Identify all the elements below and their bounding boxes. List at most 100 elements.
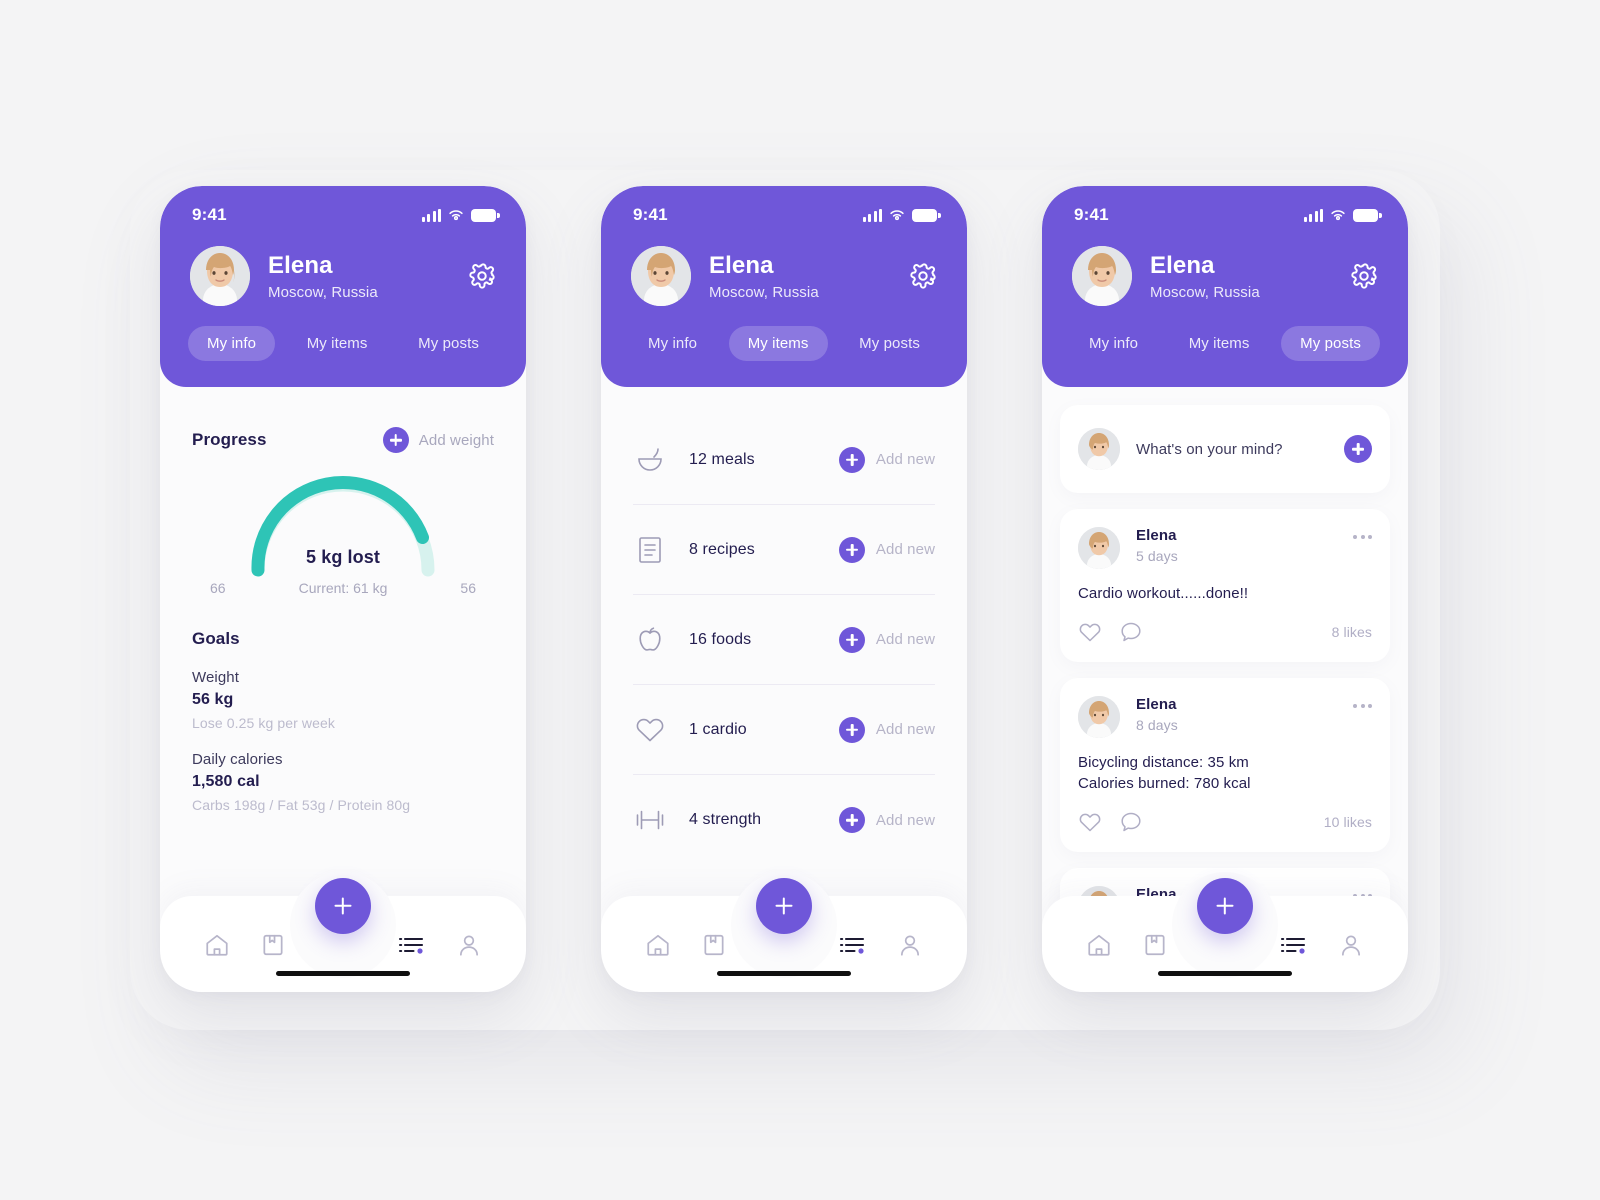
status-indicators <box>1303 208 1383 222</box>
avatar[interactable] <box>1072 246 1132 306</box>
gauge-current-label: Current: 61 kg <box>298 580 388 596</box>
nav-home-icon[interactable] <box>204 932 230 958</box>
gear-icon[interactable] <box>1350 262 1378 290</box>
post-card[interactable]: Elena 5 days Cardio workout......done!! <box>1060 509 1390 662</box>
list-item[interactable]: 4 strength Add new <box>633 775 935 865</box>
add-new-button[interactable]: Add new <box>838 626 935 653</box>
profile-row: Elena Moscow, Russia <box>627 232 941 306</box>
nav-book-icon[interactable] <box>260 932 286 958</box>
nav-list-icon[interactable] <box>839 933 867 957</box>
heart-icon[interactable] <box>1078 620 1102 644</box>
gear-icon[interactable] <box>909 262 937 290</box>
tab-my-info[interactable]: My info <box>1070 326 1157 361</box>
add-new-button[interactable]: Add new <box>838 446 935 473</box>
nav-book-icon[interactable] <box>701 932 727 958</box>
items-list: 12 meals Add new 8 recipes Add new 16 fo… <box>601 387 967 865</box>
design-canvas: 9:41 Elena Moscow, Russia My info My ite… <box>0 0 1600 1200</box>
post-text: Bicycling distance: 35 km Calories burne… <box>1078 754 1251 792</box>
post-author: Elena <box>1136 527 1177 544</box>
add-new-button[interactable]: Add new <box>838 807 935 833</box>
add-new-label: Add new <box>875 541 935 558</box>
nav-person-icon[interactable] <box>897 932 923 958</box>
progress-title: Progress <box>192 430 267 449</box>
nav-person-icon[interactable] <box>1338 932 1364 958</box>
add-fab-button[interactable] <box>1197 878 1253 934</box>
profile-header: 9:41 Elena Moscow, Russia My info My ite… <box>160 186 526 387</box>
status-indicators <box>421 208 501 222</box>
tab-my-posts[interactable]: My posts <box>1281 326 1380 361</box>
avatar[interactable] <box>631 246 691 306</box>
tab-my-items[interactable]: My items <box>288 326 387 361</box>
comment-icon[interactable] <box>1119 810 1143 834</box>
profile-location: Moscow, Russia <box>1150 283 1260 301</box>
avatar[interactable] <box>190 246 250 306</box>
tab-my-posts[interactable]: My posts <box>399 326 498 361</box>
plus-circle-icon[interactable] <box>1344 435 1372 463</box>
status-time: 9:41 <box>633 205 668 224</box>
status-bar: 9:41 <box>627 186 941 232</box>
apple-icon <box>633 623 667 657</box>
tab-my-items[interactable]: My items <box>728 326 828 361</box>
more-horizontal-icon[interactable] <box>1353 696 1372 708</box>
add-new-label: Add new <box>875 451 935 468</box>
nav-home-icon[interactable] <box>645 932 671 958</box>
goal-sub: Carbs 198g / Fat 53g / Protein 80g <box>192 797 411 813</box>
tab-my-items[interactable]: My items <box>1170 326 1269 361</box>
signal-bars-icon <box>421 208 441 222</box>
gear-icon[interactable] <box>468 262 496 290</box>
nav-list-icon[interactable] <box>398 933 426 957</box>
post-header: Elena 5 days <box>1078 527 1372 569</box>
document-icon <box>633 533 667 567</box>
status-time: 9:41 <box>1074 205 1109 224</box>
add-weight-button[interactable]: Add weight <box>382 427 494 453</box>
plus-circle-icon <box>838 716 865 743</box>
add-new-button[interactable]: Add new <box>838 716 935 743</box>
item-label: 4 strength <box>689 811 762 828</box>
phone-screen-my-items: 9:41 Elena Moscow, Russia My info My ite… <box>601 186 967 992</box>
tab-my-info[interactable]: My info <box>629 326 716 361</box>
nav-center-spacer <box>757 945 809 946</box>
home-indicator <box>717 971 851 976</box>
add-new-label: Add new <box>875 811 935 829</box>
goal-calories[interactable]: Daily calories 1,580 cal Carbs 198g / Fa… <box>192 751 494 813</box>
profile-tabs: My info My items My posts <box>186 326 500 361</box>
tab-my-info[interactable]: My info <box>188 326 276 361</box>
post-meta: Elena 5 days <box>1136 527 1353 564</box>
plus-circle-icon <box>838 446 865 473</box>
plus-circle-icon <box>838 807 865 833</box>
profile-location: Moscow, Russia <box>268 283 378 301</box>
comment-icon[interactable] <box>1119 620 1143 644</box>
add-new-button[interactable]: Add new <box>838 536 935 563</box>
post-actions: 8 likes <box>1078 620 1372 644</box>
post-card[interactable]: Elena 8 days Bicycling distance: 35 km C… <box>1060 678 1390 852</box>
tab-my-posts[interactable]: My posts <box>840 326 939 361</box>
add-fab-button[interactable] <box>756 878 812 934</box>
nav-book-icon[interactable] <box>1142 932 1168 958</box>
add-weight-label: Add weight <box>418 431 494 449</box>
profile-location: Moscow, Russia <box>709 283 819 301</box>
post-likes: 10 likes <box>1323 814 1372 830</box>
more-horizontal-icon[interactable] <box>1353 527 1372 539</box>
list-item[interactable]: 1 cardio Add new <box>633 685 935 775</box>
list-item[interactable]: 16 foods Add new <box>633 595 935 685</box>
nav-home-icon[interactable] <box>1086 932 1112 958</box>
list-item[interactable]: 12 meals Add new <box>633 415 935 505</box>
signal-bars-icon <box>862 208 882 222</box>
status-time: 9:41 <box>192 205 227 224</box>
nav-list-icon[interactable] <box>1280 933 1308 957</box>
nav-person-icon[interactable] <box>456 932 482 958</box>
wifi-icon <box>889 209 905 221</box>
goal-label: Weight <box>192 669 240 686</box>
item-label: 16 foods <box>689 630 752 648</box>
phone-screen-my-posts: 9:41 Elena Moscow, Russia My info My ite… <box>1042 186 1408 992</box>
composer-card[interactable]: What's on your mind? <box>1060 405 1390 493</box>
add-fab-button[interactable] <box>315 878 371 934</box>
goal-weight[interactable]: Weight 56 kg Lose 0.25 kg per week <box>192 669 494 731</box>
status-indicators <box>862 208 942 222</box>
post-actions: 10 likes <box>1078 810 1372 834</box>
plus-circle-icon <box>838 626 865 653</box>
nav-center-spacer <box>1198 945 1250 946</box>
profile-tabs: My info My items My posts <box>627 326 941 361</box>
list-item[interactable]: 8 recipes Add new <box>633 505 935 595</box>
heart-icon[interactable] <box>1078 810 1102 834</box>
